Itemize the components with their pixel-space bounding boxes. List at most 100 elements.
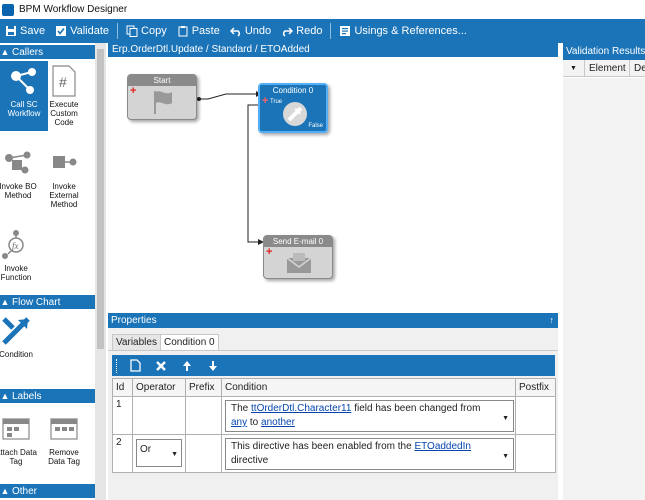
column-header[interactable]: Operator bbox=[132, 378, 186, 397]
new-condition-button[interactable] bbox=[125, 357, 145, 375]
dropdown-arrow-icon[interactable]: ▼ bbox=[502, 450, 509, 464]
condition-icon bbox=[280, 101, 310, 127]
window-title: BPM Workflow Designer bbox=[19, 4, 128, 15]
table-row[interactable]: 1 The ttOrderDtl.Character11 field has b… bbox=[112, 396, 556, 435]
move-down-button[interactable] bbox=[203, 357, 223, 375]
false-branch-label: False bbox=[308, 123, 323, 129]
arrow-down-icon bbox=[209, 360, 217, 371]
add-icon[interactable]: + bbox=[262, 96, 268, 107]
tab-condition-0[interactable]: Condition 0 bbox=[160, 334, 219, 351]
tool-invoke-function[interactable]: fx Invoke Function bbox=[0, 229, 40, 289]
title-bar: BPM Workflow Designer bbox=[0, 0, 645, 19]
sort-chevron-icon[interactable]: ▼ bbox=[563, 60, 585, 77]
redo-icon bbox=[283, 27, 294, 37]
prefix-cell[interactable] bbox=[185, 396, 222, 435]
condition-text: The bbox=[231, 403, 252, 414]
condition-dropdown[interactable]: The ttOrderDtl.Character11 field has bee… bbox=[225, 400, 514, 432]
column-header[interactable]: Element bbox=[585, 60, 630, 77]
validate-label: Validate bbox=[70, 25, 110, 37]
postfix-cell[interactable] bbox=[515, 434, 556, 473]
column-header[interactable]: De bbox=[631, 60, 645, 77]
envelope-icon bbox=[284, 250, 314, 276]
tab-variables[interactable]: Variables bbox=[112, 334, 161, 351]
redo-button[interactable]: Redo bbox=[276, 19, 327, 43]
postfix-cell[interactable] bbox=[515, 396, 556, 435]
operator-select[interactable]: Or ▼ bbox=[136, 439, 182, 467]
condition-text: directive bbox=[231, 455, 269, 466]
properties-panel: Variables Condition 0 Id Operator Prefix… bbox=[108, 328, 558, 500]
flowchart-section-header[interactable]: ▲ Flow Chart bbox=[0, 295, 95, 309]
palette-scrollbar[interactable] bbox=[95, 43, 106, 500]
conditions-toolbar bbox=[112, 355, 555, 376]
column-header[interactable]: Postfix bbox=[515, 378, 556, 397]
save-button[interactable]: Save bbox=[0, 19, 50, 43]
row-id: 1 bbox=[112, 396, 133, 435]
main-toolbar: Save Validate Copy Paste Undo Redo Using… bbox=[0, 19, 645, 43]
dropdown-arrow-icon[interactable]: ▼ bbox=[171, 451, 178, 458]
from-value-link[interactable]: any bbox=[231, 417, 247, 428]
labels-section-title: Labels bbox=[12, 390, 42, 402]
attach-tag-icon bbox=[0, 413, 32, 445]
undo-icon bbox=[229, 27, 240, 37]
operator-cell: Or ▼ bbox=[132, 434, 186, 473]
move-up-button[interactable] bbox=[177, 357, 197, 375]
copy-button[interactable]: Copy bbox=[121, 19, 172, 43]
condition-dropdown[interactable]: This directive has been enabled from the… bbox=[225, 438, 514, 470]
paste-icon bbox=[178, 26, 188, 37]
undo-button[interactable]: Undo bbox=[225, 19, 276, 43]
scrollbar-thumb[interactable] bbox=[97, 49, 104, 349]
table-row[interactable]: 2 Or ▼ This directive has been enabled f… bbox=[112, 434, 556, 473]
pin-icon[interactable]: ↑ bbox=[550, 313, 555, 328]
tool-invoke-bo-method[interactable]: Invoke BO Method bbox=[0, 147, 42, 207]
collapse-chevron-icon: ▲ bbox=[0, 297, 10, 307]
validate-button[interactable]: Validate bbox=[50, 19, 114, 43]
toolbar-separator bbox=[330, 23, 332, 39]
bo-method-icon bbox=[2, 147, 34, 179]
floppy-icon bbox=[6, 26, 16, 36]
tool-execute-custom-code[interactable]: # Execute Custom Code bbox=[40, 65, 88, 135]
dropdown-arrow-icon[interactable]: ▼ bbox=[502, 412, 509, 426]
tool-condition[interactable]: Condition bbox=[0, 315, 40, 370]
tool-invoke-external-method[interactable]: Invoke External Method bbox=[40, 147, 88, 217]
node-start[interactable]: Start + bbox=[127, 74, 197, 120]
node-condition[interactable]: Condition 0 + True False bbox=[258, 83, 328, 133]
to-value-link[interactable]: another bbox=[261, 417, 295, 428]
labels-section-header[interactable]: ▲ Labels bbox=[0, 389, 95, 403]
usings-references-label: Usings & References... bbox=[354, 25, 467, 37]
column-header[interactable]: Prefix bbox=[185, 378, 222, 397]
add-icon[interactable]: + bbox=[130, 86, 136, 97]
operator-cell[interactable] bbox=[132, 396, 186, 435]
column-header[interactable]: Condition bbox=[221, 378, 516, 397]
add-icon[interactable]: + bbox=[266, 247, 272, 258]
workflow-canvas[interactable]: Start + Condition 0 + True False Send E-… bbox=[108, 57, 558, 312]
tool-attach-data-tag[interactable]: Attach Data Tag bbox=[0, 413, 40, 473]
condition-text: field has been changed from bbox=[351, 403, 481, 414]
field-link[interactable]: ttOrderDtl.Character11 bbox=[251, 403, 351, 414]
properties-title: Properties bbox=[111, 315, 157, 326]
other-section-title: Other bbox=[12, 485, 38, 497]
node-title: Condition 0 bbox=[260, 85, 326, 96]
tool-remove-data-tag[interactable]: Remove Data Tag bbox=[40, 413, 88, 473]
node-title: Start bbox=[128, 75, 196, 86]
usings-references-button[interactable]: Usings & References... bbox=[334, 19, 472, 43]
svg-text:fx: fx bbox=[12, 241, 19, 251]
callers-section-header[interactable]: ▲ Callers bbox=[0, 45, 95, 59]
toolbar-grip bbox=[116, 358, 119, 373]
external-method-icon bbox=[48, 147, 80, 179]
operator-value: Or bbox=[140, 444, 152, 455]
copy-icon bbox=[126, 25, 138, 37]
prefix-cell[interactable] bbox=[185, 434, 222, 473]
new-document-icon bbox=[129, 359, 141, 372]
tool-label: Invoke Function bbox=[0, 264, 32, 282]
delete-condition-button[interactable] bbox=[151, 357, 171, 375]
validation-results-header: Validation Results bbox=[563, 43, 645, 60]
node-send-email[interactable]: Send E-mail 0 + bbox=[263, 235, 333, 279]
node-title: Send E-mail 0 bbox=[264, 236, 332, 247]
save-label: Save bbox=[20, 25, 46, 37]
redo-label: Redo bbox=[296, 25, 323, 37]
other-section-header[interactable]: ▲ Other bbox=[0, 484, 95, 498]
column-header[interactable]: Id bbox=[112, 378, 133, 397]
table-header-row: Id Operator Prefix Condition Postfix bbox=[112, 378, 556, 397]
directive-link[interactable]: ETOaddedIn bbox=[414, 441, 471, 452]
paste-button[interactable]: Paste bbox=[172, 19, 225, 43]
